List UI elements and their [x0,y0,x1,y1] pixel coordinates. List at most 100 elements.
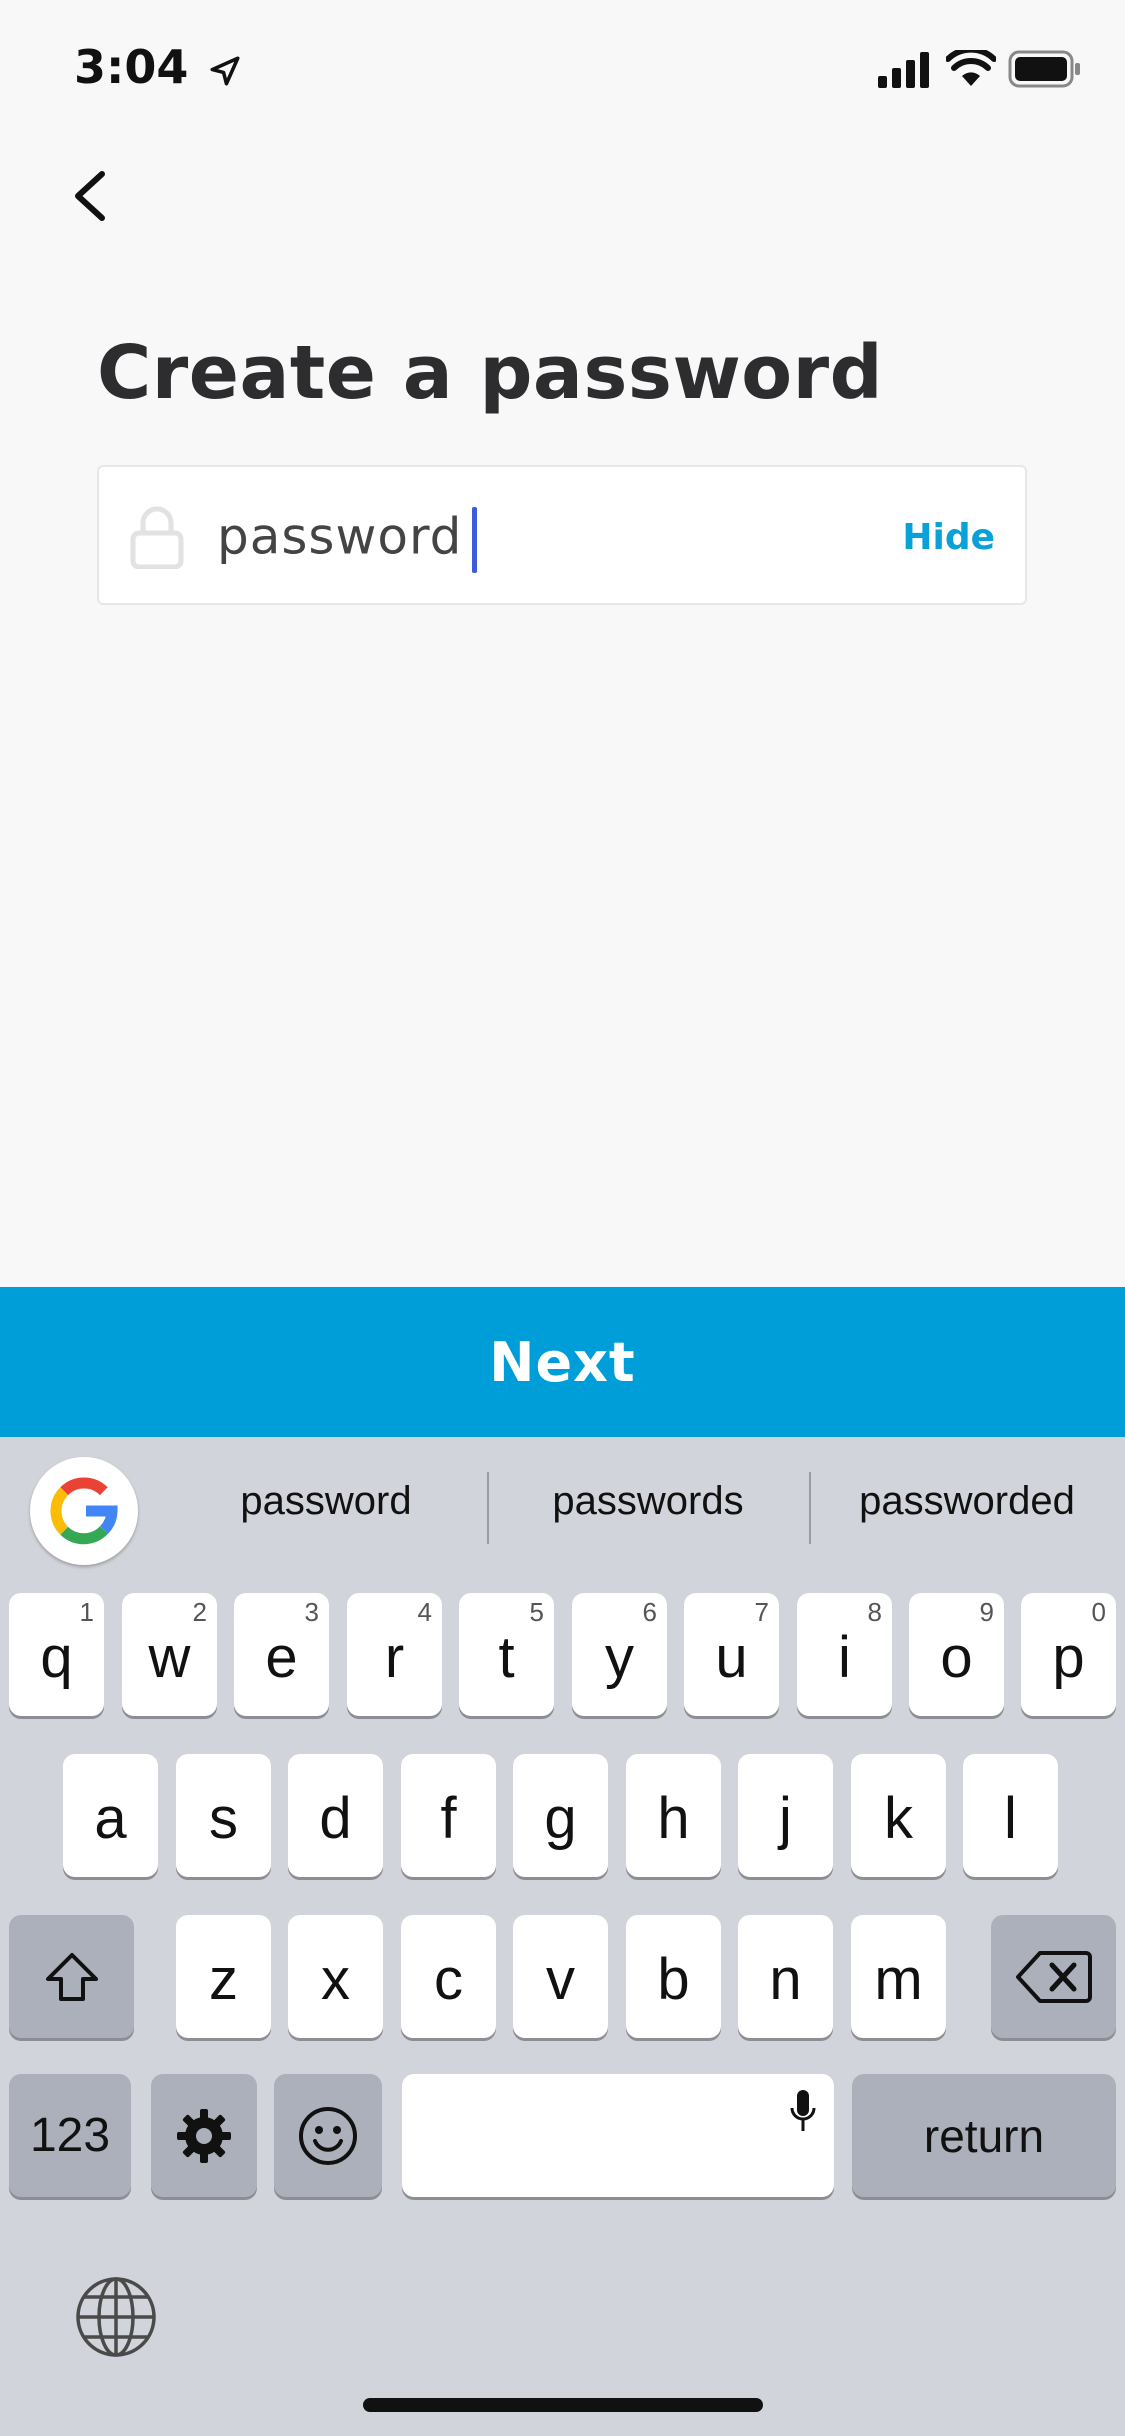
backspace-key[interactable] [991,1915,1116,2038]
key-char: s [209,1786,238,1851]
back-button[interactable] [60,160,120,230]
key-o[interactable]: 9o [909,1593,1004,1716]
password-value: password [217,507,463,566]
key-n[interactable]: n [738,1915,833,2038]
key-x[interactable]: x [288,1915,383,2038]
key-z[interactable]: z [176,1915,271,2038]
suggestion-1[interactable]: password [176,1479,476,1524]
key-char: j [779,1786,792,1851]
key-c[interactable]: c [401,1915,496,2038]
settings-key[interactable] [151,2074,257,2197]
key-char: t [498,1625,515,1690]
key-number-hint: 6 [642,1597,657,1627]
suggestion-2[interactable]: passwords [498,1479,798,1524]
keyboard: password passwords passworded 1q 2w 3e 4… [0,1437,1125,2436]
location-arrow-icon [210,55,240,86]
key-number-hint: 3 [304,1597,319,1627]
return-key[interactable]: return [852,2074,1116,2197]
password-input[interactable]: password [217,507,478,573]
microphone-icon [790,2090,816,2131]
chevron-left-icon [75,171,105,221]
key-char: u [715,1625,748,1690]
key-number-hint: 4 [417,1597,432,1627]
key-char: p [1052,1625,1085,1690]
key-e[interactable]: 3e [234,1593,329,1716]
key-char: x [321,1947,350,2012]
key-m[interactable]: m [851,1915,946,2038]
key-y[interactable]: 6y [572,1593,667,1716]
key-char: d [319,1786,352,1851]
key-number-hint: 5 [529,1597,544,1627]
return-key-label: return [923,2109,1045,2162]
key-char: r [384,1625,405,1690]
key-char: l [1004,1786,1017,1851]
page-title: Create a password [97,330,884,416]
numbers-key-label: 123 [29,2109,111,2162]
key-char: k [884,1786,913,1851]
suggestion-divider [809,1472,811,1544]
key-char: n [769,1947,802,2012]
key-w[interactable]: 2w [122,1593,217,1716]
battery-icon [1008,50,1080,88]
key-char: c [434,1947,463,2012]
google-g-icon [50,1477,118,1545]
globe-button[interactable] [74,2275,158,2359]
key-number-hint: 7 [754,1597,769,1627]
suggestion-3[interactable]: passworded [817,1479,1117,1524]
key-h[interactable]: h [626,1754,721,1877]
emoji-key[interactable] [274,2074,382,2197]
gear-icon [177,2108,231,2163]
key-p[interactable]: 0p [1021,1593,1116,1716]
key-char: f [440,1786,457,1851]
key-char: m [874,1947,923,2012]
key-g[interactable]: g [513,1754,608,1877]
next-button-label: Next [489,1330,636,1394]
key-number-hint: 0 [1091,1597,1106,1627]
google-button[interactable] [30,1457,138,1565]
backspace-icon [1015,1950,1092,2003]
key-k[interactable]: k [851,1754,946,1877]
key-q[interactable]: 1q [9,1593,104,1716]
key-b[interactable]: b [626,1915,721,2038]
key-number-hint: 9 [979,1597,994,1627]
key-i[interactable]: 8i [797,1593,892,1716]
home-indicator [363,2398,763,2412]
key-s[interactable]: s [176,1754,271,1877]
key-char: q [40,1625,73,1690]
next-button[interactable]: Next [0,1287,1125,1437]
key-char: o [940,1625,973,1690]
password-field[interactable]: password Hide [97,465,1027,605]
wifi-icon [946,50,996,86]
key-char: w [148,1625,191,1690]
key-char: y [605,1625,634,1690]
key-j[interactable]: j [738,1754,833,1877]
key-number-hint: 8 [867,1597,882,1627]
key-char: h [657,1786,690,1851]
key-d[interactable]: d [288,1754,383,1877]
key-char: a [94,1786,127,1851]
key-f[interactable]: f [401,1754,496,1877]
numbers-key[interactable]: 123 [9,2074,131,2197]
key-char: z [209,1947,238,2012]
globe-icon [76,2277,156,2357]
key-char: b [657,1947,690,2012]
key-u[interactable]: 7u [684,1593,779,1716]
lock-icon [130,506,184,569]
key-a[interactable]: a [63,1754,158,1877]
key-char: e [265,1625,298,1690]
smiley-icon [299,2106,357,2165]
key-char: g [544,1786,577,1851]
hide-password-button[interactable]: Hide [902,517,995,558]
space-key[interactable] [402,2074,834,2197]
key-char: v [546,1947,575,2012]
status-time: 3:04 [74,40,242,94]
text-caret [472,507,478,573]
key-number-hint: 2 [192,1597,207,1627]
key-r[interactable]: 4r [347,1593,442,1716]
key-v[interactable]: v [513,1915,608,2038]
key-char: i [838,1625,851,1690]
key-t[interactable]: 5t [459,1593,554,1716]
key-l[interactable]: l [963,1754,1058,1877]
shift-key[interactable] [9,1915,134,2038]
key-number-hint: 1 [79,1597,94,1627]
